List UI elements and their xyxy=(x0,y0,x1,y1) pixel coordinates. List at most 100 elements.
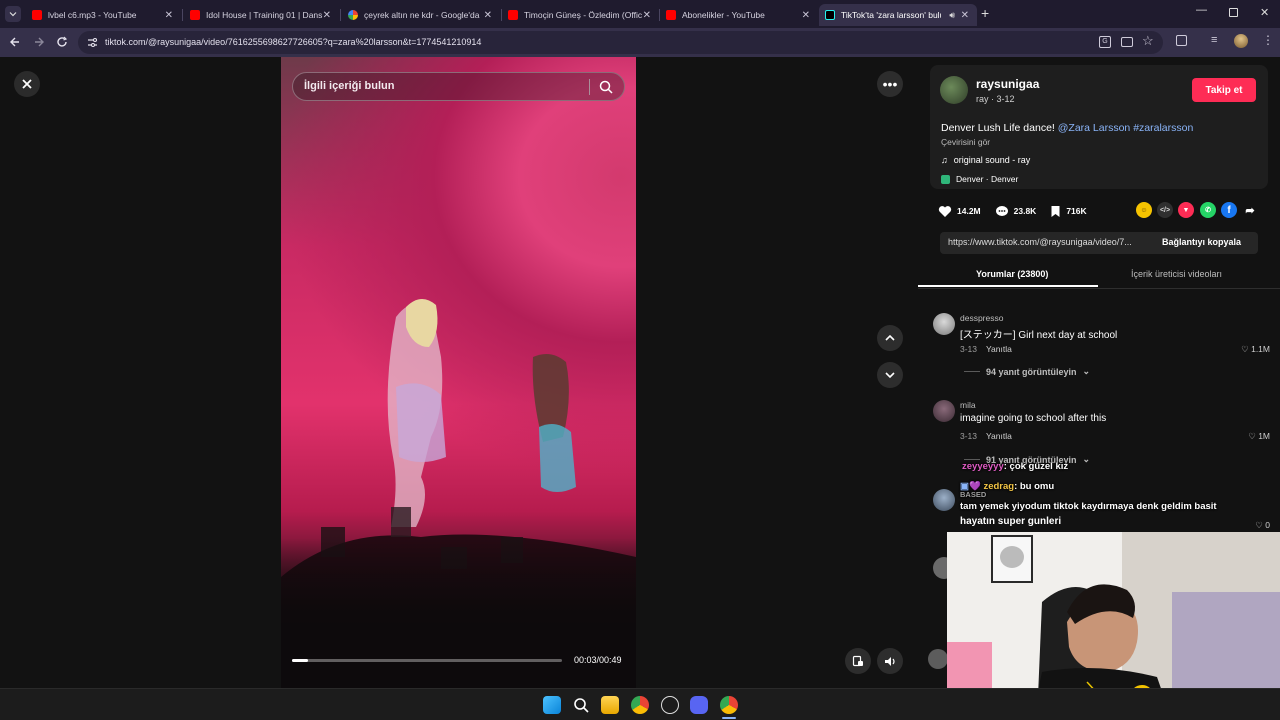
sound-link[interactable]: ♫ original sound - ray xyxy=(941,155,1030,165)
new-tab-button[interactable]: + xyxy=(981,5,989,21)
commenter-name[interactable]: mila xyxy=(960,400,976,410)
reply-button[interactable]: Yanıtla xyxy=(986,431,1012,441)
whatsapp-icon[interactable]: ✆ xyxy=(1200,202,1216,218)
video-player[interactable]: İlgili içeriği bulun 00:03/00:49 xyxy=(281,57,636,688)
tab-title: çeyrek altın ne kdr - Google'da xyxy=(364,10,480,20)
previous-video-button[interactable] xyxy=(877,325,903,351)
close-icon[interactable]: ✕ xyxy=(323,10,331,21)
mention-link[interactable]: @Zara Larsson xyxy=(1058,122,1131,134)
location-link[interactable]: Denver · Denver xyxy=(941,174,1018,184)
author-username[interactable]: raysunigaa xyxy=(976,77,1039,91)
app-icon[interactable] xyxy=(661,696,679,714)
chrome-icon[interactable] xyxy=(631,696,649,714)
speaker-icon xyxy=(884,656,895,666)
windows-taskbar xyxy=(0,688,1280,720)
close-icon[interactable]: ✕ xyxy=(484,10,492,21)
save-button[interactable]: 716K xyxy=(1050,205,1087,218)
comment-count: 23.8K xyxy=(1013,206,1037,216)
embed-icon[interactable]: </> xyxy=(1157,202,1173,218)
profile-avatar[interactable] xyxy=(1234,34,1248,48)
share-link-url[interactable]: https://www.tiktok.com/@raysunigaa/video… xyxy=(948,237,1153,247)
youtube-icon xyxy=(508,10,518,20)
commenter-avatar[interactable] xyxy=(933,489,955,511)
windows-start-icon[interactable] xyxy=(543,696,561,714)
back-button[interactable] xyxy=(9,35,21,53)
tab-youtube-lvbel[interactable]: lvbel c6.mp3 - YouTube ✕ xyxy=(26,4,181,26)
volume-button[interactable] xyxy=(877,648,903,674)
discord-icon[interactable] xyxy=(690,696,708,714)
comment-like-button[interactable]: ♡ 0 xyxy=(1255,520,1270,531)
bookmark-star-icon[interactable]: ☆ xyxy=(1142,33,1154,49)
author-card: raysunigaa ray · 3-12 Takip et Denver Lu… xyxy=(930,65,1268,189)
like-count: 14.2M xyxy=(957,206,981,216)
chrome-active-icon[interactable] xyxy=(720,696,738,714)
search-icon[interactable] xyxy=(572,696,590,714)
commenter-avatar[interactable] xyxy=(928,649,948,669)
share-arrow-icon[interactable]: ➦ xyxy=(1242,202,1258,218)
view-replies-button[interactable]: 94 yanıt görüntüleyin ⌄ xyxy=(964,366,1090,377)
tab-youtube-idol-house[interactable]: Idol House | Training 01 | Dans ✕ xyxy=(184,4,339,26)
file-explorer-icon[interactable] xyxy=(601,696,619,714)
comment-button[interactable]: 23.8K xyxy=(995,205,1037,218)
reload-button[interactable] xyxy=(56,35,68,53)
repost-icon[interactable]: ☺ xyxy=(1136,202,1152,218)
translate-icon[interactable]: G xyxy=(1099,36,1111,48)
location-name: Denver · Denver xyxy=(956,174,1019,184)
tab-search-dropdown[interactable] xyxy=(5,6,21,22)
commenter-avatar[interactable] xyxy=(933,400,955,422)
comment-like-button[interactable]: ♡ 1M xyxy=(1248,431,1270,442)
close-icon[interactable]: ✕ xyxy=(643,10,651,21)
tab-title: Timoçin Güneş - Özledim (Offic xyxy=(524,10,643,20)
youtube-icon xyxy=(666,10,676,20)
speaker-icon[interactable]: 🔊︎ xyxy=(949,10,955,21)
next-video-button[interactable] xyxy=(877,362,903,388)
copy-link-button[interactable]: Bağlantıyı kopyala xyxy=(1162,237,1241,247)
tab-youtube-subscriptions[interactable]: Abonelikler - YouTube ✕ xyxy=(660,4,818,26)
more-options-button[interactable]: ••• xyxy=(877,71,903,97)
send-to-friend-icon[interactable]: ▼ xyxy=(1178,202,1194,218)
facebook-icon[interactable]: f xyxy=(1221,202,1237,218)
search-icon[interactable] xyxy=(599,80,613,94)
close-video-button[interactable] xyxy=(14,71,40,97)
video-progress-bar[interactable] xyxy=(292,659,562,662)
chevron-up-icon xyxy=(885,334,895,341)
site-info-icon[interactable] xyxy=(87,37,98,48)
author-avatar[interactable] xyxy=(940,76,968,104)
close-icon[interactable]: ✕ xyxy=(165,10,173,21)
translate-link[interactable]: Çevirisini gör xyxy=(941,137,990,147)
comment-text: [ステッカー] Girl next day at school xyxy=(960,330,1118,341)
close-icon[interactable]: ✕ xyxy=(802,10,810,21)
tab-tiktok-active[interactable]: TikTok'ta 'zara larsson' bulu 🔊︎ ✕ xyxy=(819,4,977,26)
extensions-icon[interactable] xyxy=(1176,35,1187,46)
comment-text: imagine going to school after this xyxy=(960,413,1107,424)
related-search-input[interactable]: İlgili içeriği bulun xyxy=(292,72,625,101)
close-window-button[interactable]: ✕ xyxy=(1260,6,1269,19)
media-controls-icon[interactable]: ≡ xyxy=(1211,34,1217,46)
tab-google-search[interactable]: çeyrek altın ne kdr - Google'da ✕ xyxy=(342,4,500,26)
close-icon[interactable]: ✕ xyxy=(961,10,969,21)
floating-player-button[interactable] xyxy=(845,648,871,674)
author-subline: ray · 3-12 xyxy=(976,94,1015,104)
browser-toolbar: tiktok.com/@raysunigaa/video/76162556986… xyxy=(0,28,1280,57)
floating-player-icon xyxy=(852,655,863,667)
commenter-avatar[interactable] xyxy=(933,313,955,335)
tab-creator-videos[interactable]: İçerik üreticisi videoları xyxy=(1131,269,1222,279)
chat-message: zeyyeyyy: çok güzel kız xyxy=(962,461,1068,472)
comment-like-button[interactable]: ♡ 1.1M xyxy=(1241,344,1270,355)
chat-badge-label: BASED xyxy=(960,490,987,499)
maximize-button[interactable] xyxy=(1229,8,1238,17)
divider-line xyxy=(964,459,980,460)
reply-button[interactable]: Yanıtla xyxy=(986,344,1012,354)
browser-menu-icon[interactable]: ⋮ xyxy=(1262,33,1274,47)
address-bar[interactable]: tiktok.com/@raysunigaa/video/76162556986… xyxy=(78,31,1163,54)
tab-comments[interactable]: Yorumlar (23800) xyxy=(976,269,1048,279)
minimize-button[interactable]: — xyxy=(1196,4,1207,16)
tab-youtube-timocin[interactable]: Timoçin Güneş - Özledim (Offic ✕ xyxy=(502,4,659,26)
like-button[interactable]: 14.2M xyxy=(938,205,981,218)
commenter-name[interactable]: desspresso xyxy=(960,313,1003,323)
forward-button[interactable] xyxy=(33,35,45,53)
hashtag-link[interactable]: #zaralarsson xyxy=(1133,122,1193,134)
cast-icon[interactable] xyxy=(1121,37,1133,47)
close-icon xyxy=(22,79,32,89)
follow-button[interactable]: Takip et xyxy=(1192,78,1256,102)
